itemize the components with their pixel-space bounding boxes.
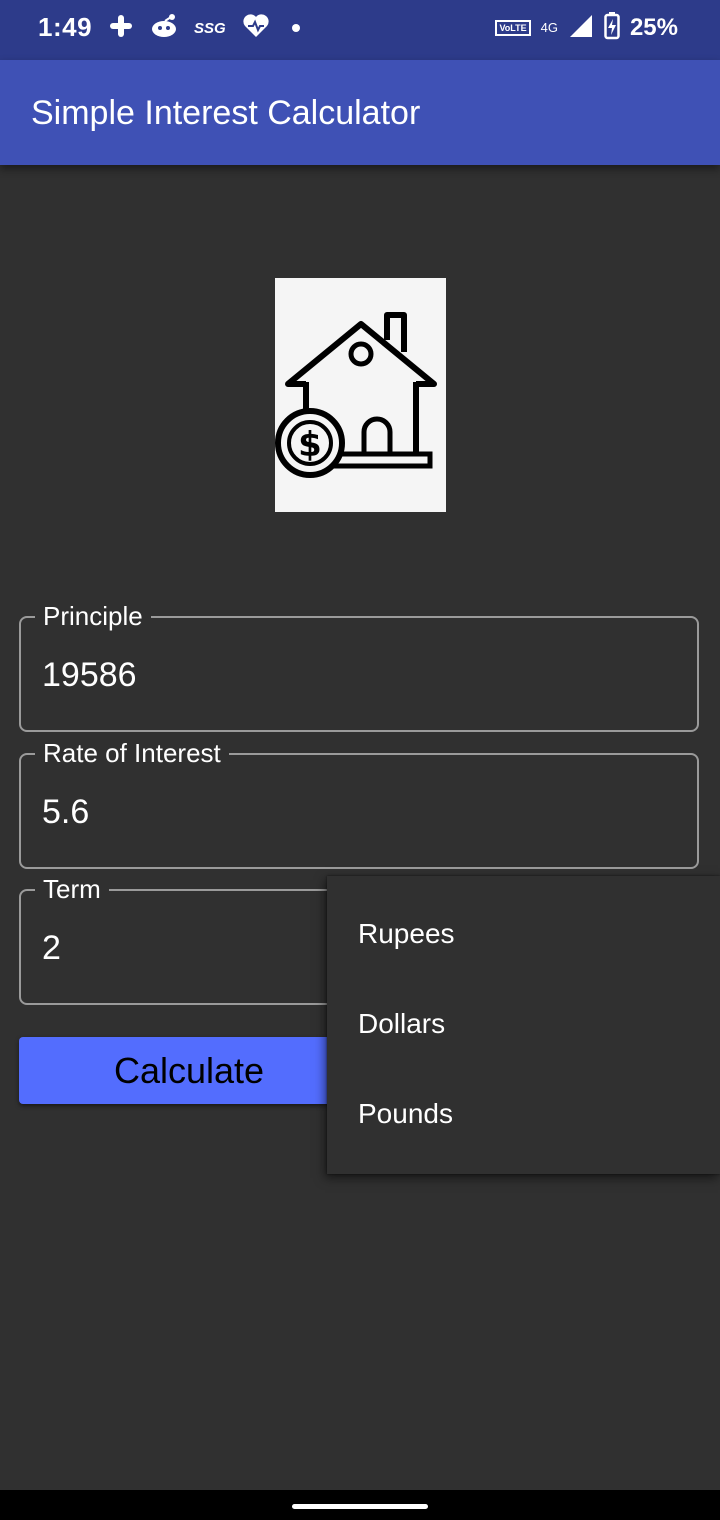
system-icons: VoLTE 4G 25%: [495, 11, 678, 45]
calculate-button[interactable]: Calculate: [19, 1037, 359, 1104]
principle-label: Principle: [35, 600, 151, 632]
principle-field[interactable]: Principle 19586: [19, 600, 699, 732]
status-time: 1:49: [38, 12, 93, 42]
reddit-icon: [150, 13, 178, 44]
rate-of-interest-label: Rate of Interest: [35, 737, 229, 769]
heart-icon: [242, 13, 270, 44]
battery-percent: 25%: [629, 14, 678, 41]
home-gesture-handle[interactable]: [292, 1504, 428, 1509]
ssg-icon: SSG: [194, 19, 226, 37]
volte-icon: VoLTE: [495, 20, 531, 36]
slack-icon: [108, 13, 134, 44]
rate-of-interest-input[interactable]: 5.6: [42, 793, 89, 832]
menu-item-pounds[interactable]: Pounds: [327, 1069, 720, 1159]
principle-input[interactable]: 19586: [42, 656, 137, 695]
app-title: Simple Interest Calculator: [31, 94, 421, 132]
svg-text:$: $: [298, 425, 322, 465]
network-type-icon: 4G: [540, 20, 558, 35]
term-label: Term: [35, 873, 109, 905]
house-dollar-icon: $: [275, 278, 446, 512]
menu-item-rupees[interactable]: Rupees: [327, 889, 720, 979]
signal-icon: [568, 13, 594, 44]
screen: 1:49 SSG VoLTE 4G 25% Simple Interest Ca…: [0, 0, 720, 1520]
rate-of-interest-field[interactable]: Rate of Interest 5.6: [19, 737, 699, 869]
menu-item-dollars[interactable]: Dollars: [327, 979, 720, 1069]
battery-icon: [604, 11, 620, 45]
notification-icons: SSG: [108, 12, 300, 44]
navigation-bar: [0, 1490, 720, 1520]
term-input[interactable]: 2: [42, 929, 61, 968]
currency-dropdown-menu: Rupees Dollars Pounds: [327, 876, 720, 1174]
dot-icon: [291, 24, 300, 32]
app-bar: Simple Interest Calculator: [0, 60, 720, 165]
status-bar: 1:49 SSG VoLTE 4G 25%: [0, 0, 720, 60]
